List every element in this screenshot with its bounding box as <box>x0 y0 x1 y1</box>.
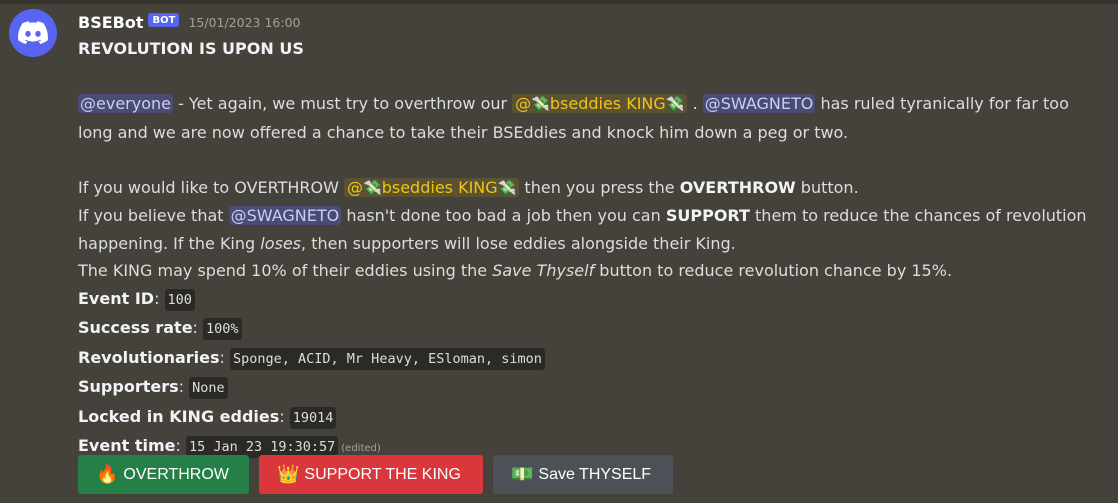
text: then you press the <box>519 177 680 197</box>
king-role-mention[interactable]: @💸bseddies KING💸 <box>512 94 688 113</box>
italic-text: Save Thyself <box>492 261 595 280</box>
field-value: Sponge, ACID, Mr Heavy, ESloman, simon <box>230 347 545 370</box>
paragraph-intro: @everyone - Yet again, we must try to ov… <box>78 90 1108 146</box>
field-label: Success rate <box>78 318 193 337</box>
field-label: Event ID <box>78 288 155 308</box>
save-thyself-button[interactable]: 💵 Save THYSELF <box>493 455 673 494</box>
message-title: REVOLUTION IS UPON US <box>78 39 304 58</box>
field-label: Locked in KING eddies <box>78 406 280 426</box>
support-the-king-button[interactable]: 👑 SUPPORT THE KING <box>259 455 483 494</box>
role-name: bseddies KING <box>549 94 666 113</box>
username[interactable]: BSEBot <box>78 13 143 32</box>
avatar[interactable] <box>9 9 57 57</box>
text: If you believe that <box>78 206 229 225</box>
button-label: Save THYSELF <box>538 465 652 483</box>
field-value: 100% <box>203 318 242 340</box>
text: , then supporters will lose eddies along… <box>301 233 736 253</box>
money-icon: 💸 <box>531 95 550 113</box>
text: The KING may spend 10% of their eddies u… <box>78 261 493 280</box>
text: - Yet again, we must try to overthrow ou… <box>172 94 513 113</box>
button-label: OVERTHROW <box>123 465 229 483</box>
field-locked-eddies: Locked in KING eddies: 19014 <box>78 403 1108 433</box>
field-label: Supporters <box>78 377 179 396</box>
field-label: Revolutionaries <box>78 347 220 367</box>
button-label: SUPPORT THE KING <box>304 465 461 483</box>
money-icon: 💸 <box>363 178 382 197</box>
italic-text: loses <box>260 233 302 253</box>
bold-text: SUPPORT <box>665 206 750 225</box>
text: button to reduce revolution chance by 15… <box>594 261 953 280</box>
edited-label: (edited) <box>341 443 381 454</box>
text: button. <box>795 177 859 197</box>
field-event-id: Event ID: 100 <box>78 285 1108 315</box>
crown-icon: 👑 <box>277 464 300 484</box>
field-success-rate: Success rate: 100% <box>78 314 1108 344</box>
field-value: 100 <box>164 288 195 311</box>
fire-icon: 🔥 <box>96 464 119 484</box>
money-icon: 💸 <box>497 178 517 197</box>
text: . <box>687 94 703 113</box>
field-label: Event time <box>78 436 176 455</box>
king-role-mention[interactable]: @💸bseddies KING💸 <box>344 177 520 197</box>
field-supporters: Supporters: None <box>78 373 1108 403</box>
bold-text: OVERTHROW <box>679 177 796 197</box>
swagneto-mention[interactable]: @SWAGNETO <box>228 206 342 225</box>
swagneto-mention[interactable]: @SWAGNETO <box>702 94 816 113</box>
everyone-mention[interactable]: @everyone <box>78 94 173 113</box>
role-name: bseddies KING <box>381 177 498 197</box>
paragraph-overthrow: If you would like to OVERTHROW @💸bseddie… <box>78 174 1108 203</box>
paragraph-save: The KING may spend 10% of their eddies u… <box>78 257 1108 285</box>
action-buttons: 🔥 OVERTHROW 👑 SUPPORT THE KING 💵 Save TH… <box>78 455 673 494</box>
paragraph-support: If you believe that @SWAGNETO hasn't don… <box>78 202 1108 257</box>
message: BSEBot BOT 15/01/2023 16:00 REVOLUTION I… <box>78 9 1108 463</box>
bot-tag: BOT <box>148 13 180 27</box>
overthrow-button[interactable]: 🔥 OVERTHROW <box>78 455 249 494</box>
divider <box>0 0 1118 4</box>
discord-logo-icon <box>18 21 48 45</box>
money-icon: 💸 <box>665 95 685 113</box>
message-body: REVOLUTION IS UPON US @everyone - Yet ag… <box>78 35 1108 463</box>
text: hasn't done too bad a job then you can <box>341 206 666 225</box>
money-bill-icon: 💵 <box>511 464 534 484</box>
text: If you would like to OVERTHROW <box>78 177 345 197</box>
timestamp: 15/01/2023 16:00 <box>188 14 301 30</box>
field-revolutionaries: Revolutionaries: Sponge, ACID, Mr Heavy,… <box>78 344 1108 374</box>
field-value: None <box>189 377 228 399</box>
message-header: BSEBot BOT 15/01/2023 16:00 <box>78 9 1108 35</box>
field-value: 19014 <box>289 406 337 429</box>
